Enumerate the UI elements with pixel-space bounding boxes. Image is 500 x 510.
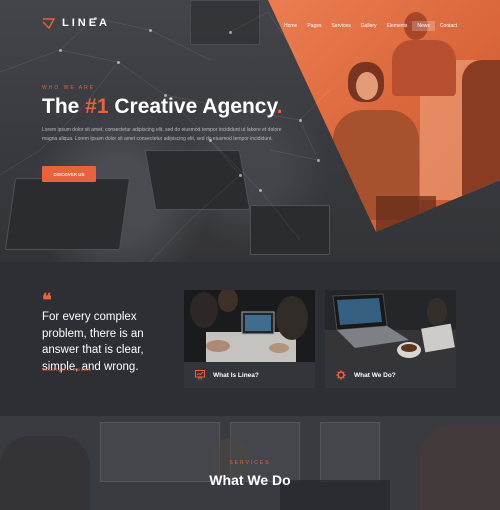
gear-icon (336, 370, 346, 380)
main-nav: Home Pages Services Gallery Elements New… (279, 21, 462, 31)
quote-text: For every complex problem, there is an a… (42, 311, 144, 373)
card-image-laptop (325, 290, 456, 362)
services-title: What We Do (209, 472, 291, 488)
logo-icon (42, 17, 55, 29)
nav-item-services[interactable]: Services (327, 21, 356, 31)
nav-item-news[interactable]: News (412, 21, 435, 31)
hero-title-prefix: The (42, 95, 86, 118)
nav-item-contact[interactable]: Contact (435, 21, 462, 31)
services-eyebrow: SERVICES (229, 460, 271, 466)
card-caption-bar: What We Do? (325, 362, 456, 388)
hero-section: LINEA Home Pages Services Gallery Elemen… (0, 0, 500, 262)
card-what-is-linea[interactable]: What Is Linea? (184, 290, 315, 388)
hero-title-suffix: Creative Agency (108, 95, 277, 118)
hero-description: Lorem ipsum dolor sit amet, consectetur … (42, 127, 282, 142)
presentation-icon (195, 370, 205, 380)
card-what-we-do[interactable]: What We Do? (325, 290, 456, 388)
logo-text: LINEA (62, 17, 110, 29)
card-image-meeting (184, 290, 315, 362)
discover-us-button[interactable]: DISCOVER US (42, 166, 96, 182)
hero-eyebrow: WHO WE ARE (42, 85, 96, 91)
hero-title: The #1 Creative Agency. (42, 95, 283, 118)
hero-title-accent: #1 (85, 95, 109, 118)
quote-icon: ❝ (42, 290, 52, 311)
logo[interactable]: LINEA (42, 17, 110, 29)
nav-item-gallery[interactable]: Gallery (356, 21, 382, 31)
card-label: What We Do? (354, 371, 396, 379)
card-caption-bar: What Is Linea? (184, 362, 315, 388)
nav-item-pages[interactable]: Pages (302, 21, 326, 31)
nav-item-elements[interactable]: Elements (382, 21, 413, 31)
card-label: What Is Linea? (213, 371, 259, 379)
page: LINEA Home Pages Services Gallery Elemen… (0, 0, 500, 510)
quote-author: Words by H. L. Mencken (42, 367, 92, 372)
nav-item-home[interactable]: Home (279, 21, 302, 31)
